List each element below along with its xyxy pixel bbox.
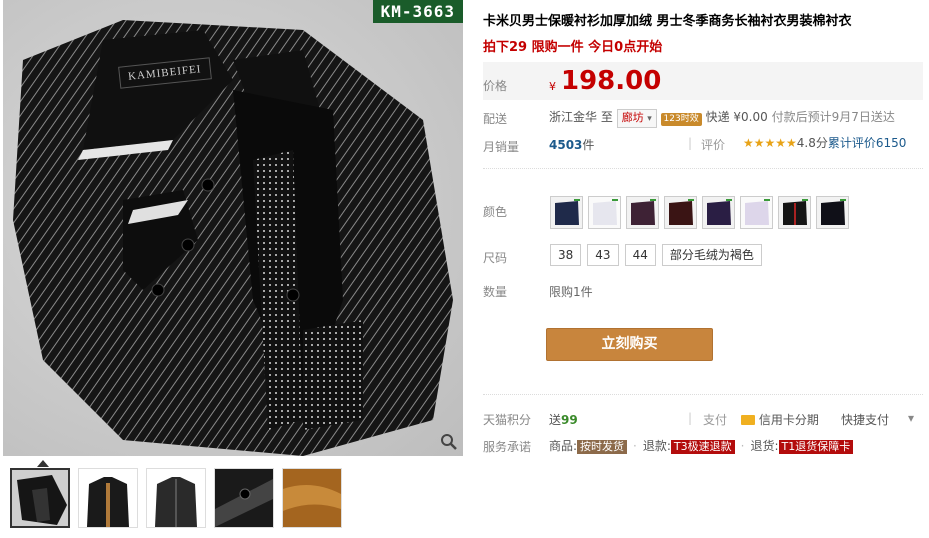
swatch-purple[interactable] <box>702 196 735 229</box>
chevron-down-icon[interactable]: ▾ <box>908 411 914 425</box>
thumb-detail[interactable] <box>214 468 274 528</box>
shipping-label: 配送 <box>483 112 508 126</box>
promo-text: 拍下29 限购一件 今日0点开始 <box>483 40 663 55</box>
quantity-note: 限购1件 <box>549 285 593 299</box>
review-divider: | <box>688 136 693 150</box>
delivery-note: 付款后预计9月7日送达 <box>771 110 895 124</box>
svc-refund-tag[interactable]: T3极速退款 <box>670 440 735 454</box>
price-value: 198.00 <box>561 66 662 96</box>
time-badge: 123时效 <box>660 113 702 126</box>
divider-top <box>483 168 923 169</box>
active-thumb-indicator <box>37 460 49 467</box>
separator-dot: · <box>740 439 745 453</box>
swatch-white[interactable] <box>588 196 621 229</box>
ship-to-value: 廊坊 <box>621 111 644 124</box>
thumb-fleece[interactable] <box>282 468 342 528</box>
svc-goods-label: 商品: <box>549 439 578 453</box>
rating-stars-icon: ★★★★★ <box>743 136 797 150</box>
ship-to-select[interactable]: 廊坊 ▾ <box>616 109 657 128</box>
shirt-illustration <box>13 20 453 456</box>
thumb-front[interactable] <box>10 468 70 528</box>
svc-return-tag[interactable]: T1退货保障卡 <box>778 440 854 454</box>
credit-card-text: 信用卡分期 <box>758 413 819 427</box>
ship-from: 浙江金华 <box>549 110 598 124</box>
swatch-plum[interactable] <box>626 196 659 229</box>
service-label: 服务承诺 <box>483 440 532 454</box>
swatch-lavender[interactable] <box>740 196 773 229</box>
ship-to-word: 至 <box>600 110 613 124</box>
size-option[interactable]: 部分毛绒为褐色 <box>661 244 762 266</box>
shipping-info: 浙江金华 至 廊坊 ▾ 123时效 快递 ¥0.00 付款后预计9月7日送达 <box>549 108 895 128</box>
size-label: 尺码 <box>483 251 508 265</box>
size-option[interactable]: 38 <box>550 244 582 266</box>
credit-card-option[interactable]: 信用卡分期 <box>741 411 819 428</box>
monthly-sales-value: 4503 <box>549 138 583 152</box>
swatch-black-red[interactable] <box>778 196 811 229</box>
express-fee: 快递 ¥0.00 <box>705 110 768 124</box>
price-label: 价格 <box>483 79 508 93</box>
points-prefix: 送 <box>549 413 562 427</box>
swatch-maroon[interactable] <box>664 196 697 229</box>
monthly-sales: 4503件 <box>549 136 594 153</box>
buy-now-button[interactable]: 立刻购买 <box>546 328 713 361</box>
svc-return-label: 退货: <box>750 439 779 453</box>
pay-label: 支付 <box>703 413 728 427</box>
divider-bottom <box>483 394 923 395</box>
swatch-navy[interactable] <box>550 196 583 229</box>
product-code-label: KM-3663 <box>372 0 463 23</box>
size-option[interactable]: 44 <box>624 244 656 266</box>
credit-card-icon <box>741 415 755 425</box>
points-info: 送99 <box>549 411 578 428</box>
svc-goods-tag[interactable]: 按时发货 <box>577 440 628 454</box>
chevron-down-icon: ▾ <box>647 114 652 124</box>
size-option[interactable]: 43 <box>587 244 619 266</box>
points-label: 天猫积分 <box>483 413 532 427</box>
pay-divider: | <box>688 411 693 425</box>
currency-symbol: ¥ <box>549 80 556 93</box>
thumb-model-b[interactable] <box>146 468 206 528</box>
product-title: 卡米贝男士保暖衬衫加厚加绒 男士冬季商务长袖衬衣男装棉衬衣 <box>483 14 852 29</box>
rating-score: 4.8分 <box>796 136 828 150</box>
color-swatches <box>550 196 849 229</box>
svc-refund-label: 退款: <box>642 439 671 453</box>
review-label: 评价 <box>701 138 726 152</box>
main-product-image[interactable]: KAMIBEIFEI KM-3663 <box>3 0 463 456</box>
monthly-sales-unit: 件 <box>582 138 595 152</box>
thumb-model-a[interactable] <box>78 468 138 528</box>
magnifier-icon[interactable] <box>439 432 459 452</box>
quantity-label: 数量 <box>483 285 508 299</box>
points-value: 99 <box>561 413 578 427</box>
review-count-link[interactable]: 累计评价6150 <box>828 136 907 150</box>
thumbnail-strip <box>10 468 342 528</box>
service-commitments: 商品: 按时发货 · 退款: T3极速退款 · 退货: T1退货保障卡 <box>549 437 854 454</box>
quick-pay-option[interactable]: 快捷支付 <box>841 411 889 428</box>
swatch-black[interactable] <box>816 196 849 229</box>
size-options: 38 43 44 部分毛绒为褐色 <box>550 244 762 266</box>
monthly-sales-label: 月销量 <box>483 140 520 154</box>
color-label: 颜色 <box>483 205 508 219</box>
separator-dot: · <box>633 439 637 453</box>
rating[interactable]: ★★★★★4.8分累计评价6150 <box>743 134 906 151</box>
